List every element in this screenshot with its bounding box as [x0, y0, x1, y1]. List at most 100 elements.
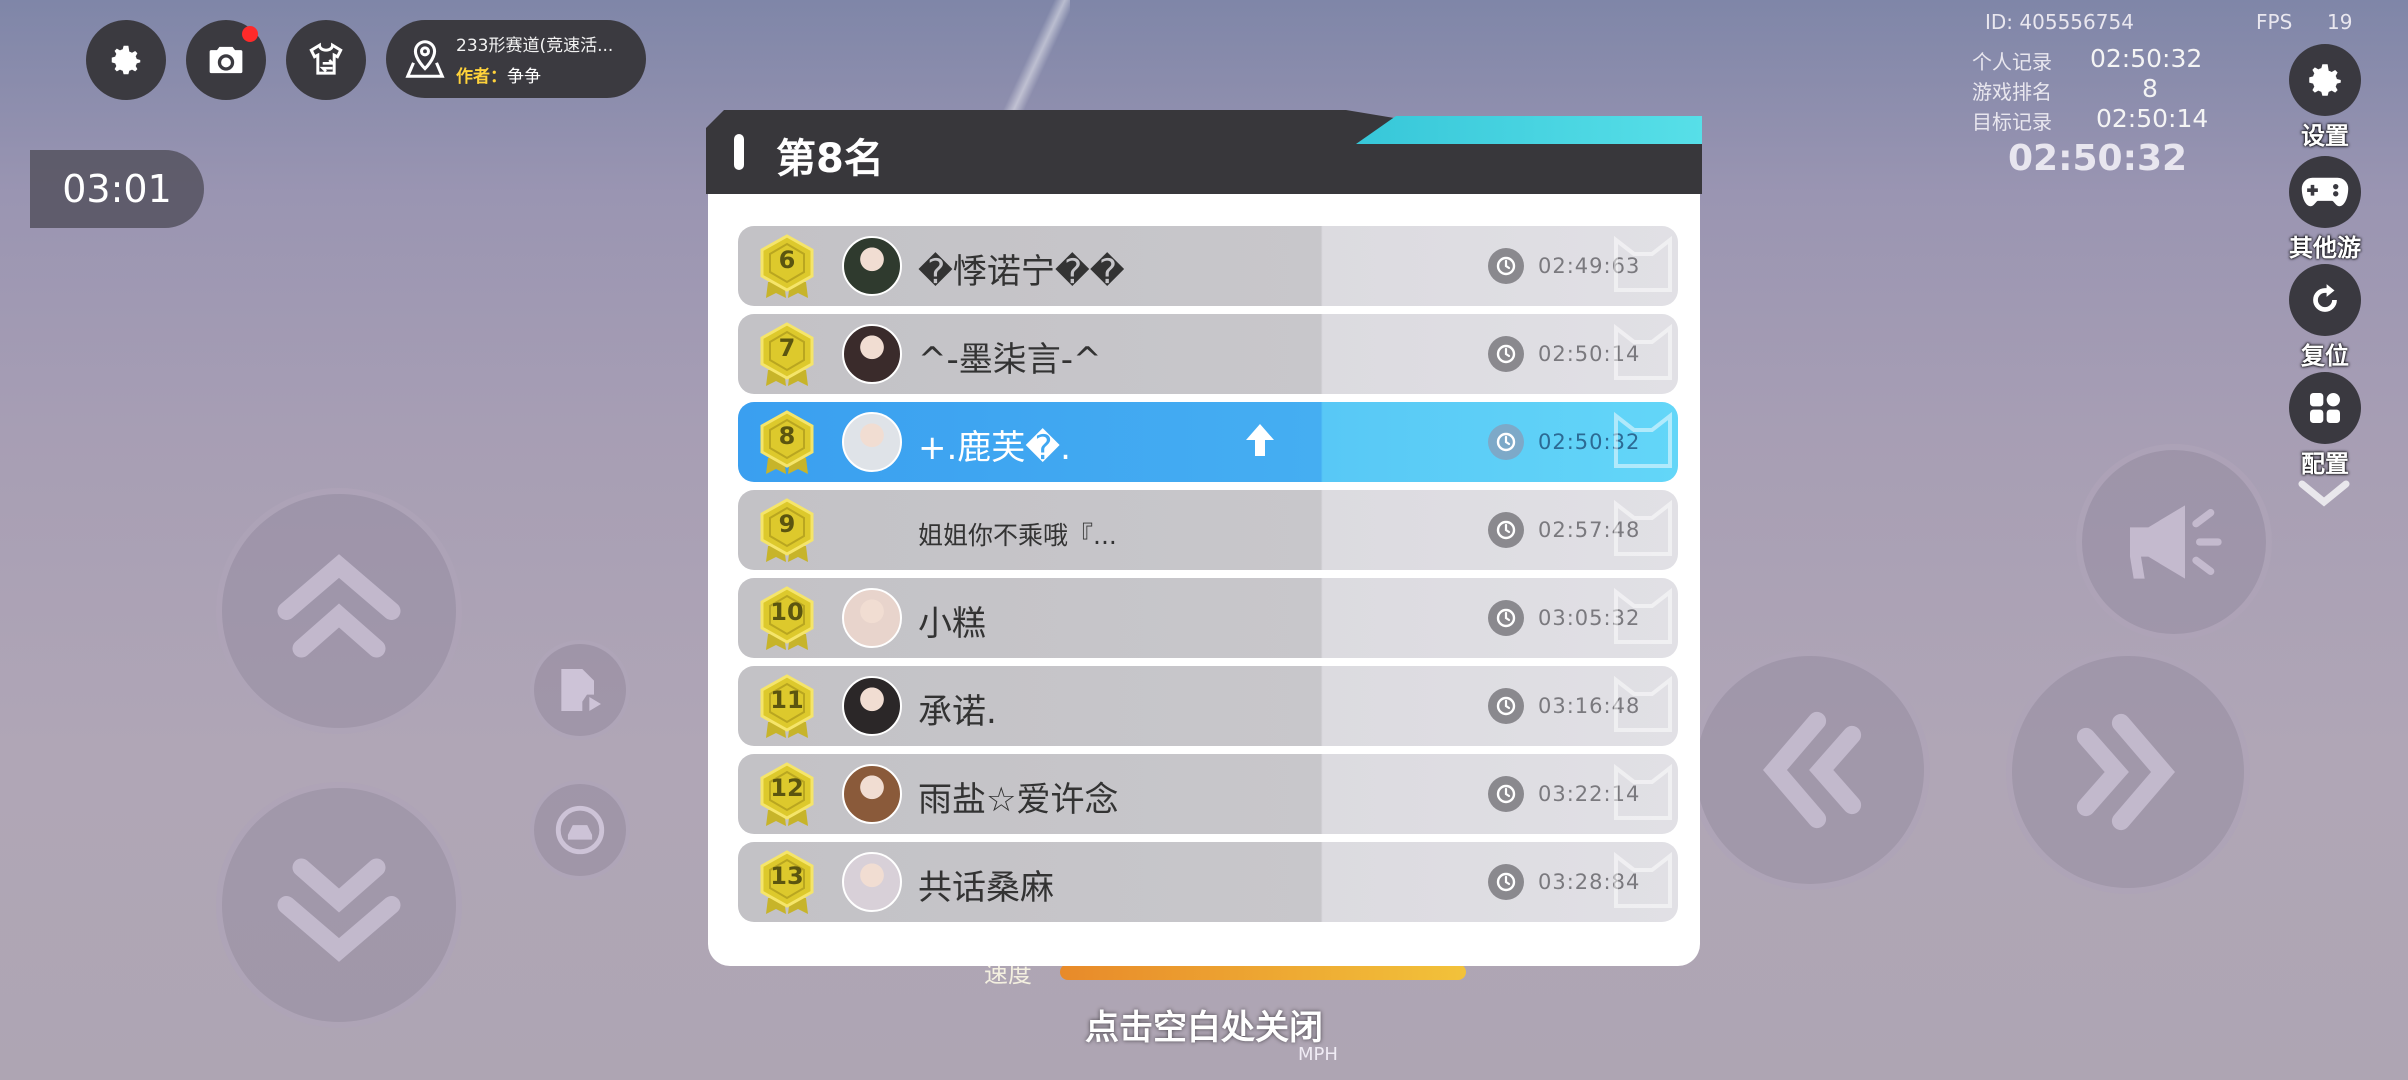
rank-number: 9	[778, 510, 796, 538]
avatar	[842, 236, 902, 296]
rank-number: 13	[770, 862, 804, 890]
double-chevron-up-icon	[277, 554, 401, 658]
avatar	[842, 588, 902, 648]
exit-vehicle-button[interactable]	[530, 640, 630, 740]
cat-ear-decoration-icon	[1614, 323, 1672, 380]
rank-number: 7	[778, 334, 796, 362]
leaderboard-panel: 第8名 6 �悸诺宁�� 02:49:63 7 ^-墨柒言-^ 02:50:14…	[706, 110, 1702, 968]
chevron-down-icon[interactable]	[2298, 480, 2350, 512]
map-pin-icon	[405, 40, 445, 78]
horn-button[interactable]	[2076, 444, 2272, 640]
side-settings-button[interactable]: 设置	[2280, 44, 2370, 151]
leaderboard-row[interactable]: 8 +.鹿芙�. 02:50:32	[738, 402, 1678, 482]
race-timer: 03:01	[30, 150, 204, 228]
avatar	[842, 676, 902, 736]
camera-icon	[209, 46, 243, 74]
reset-icon	[2289, 264, 2361, 336]
cat-ear-decoration-icon	[1614, 763, 1672, 820]
leaderboard-row[interactable]: 10 小糕 03:05:32	[738, 578, 1678, 658]
player-name: 姐姐你不乘哦『...	[918, 521, 1117, 550]
leaderboard-list: 6 �悸诺宁�� 02:49:63 7 ^-墨柒言-^ 02:50:14 8 +…	[738, 226, 1678, 930]
door-exit-icon	[561, 669, 601, 711]
leaderboard-row[interactable]: 7 ^-墨柒言-^ 02:50:14	[738, 314, 1678, 394]
reset-vehicle-button[interactable]	[530, 780, 630, 880]
switch-outfit-button[interactable]	[286, 20, 366, 100]
map-name: 233形赛道(竞速活...	[456, 36, 614, 56]
reset-button[interactable]: 复位	[2280, 264, 2370, 371]
leaderboard-row[interactable]: 13 共话桑麻 03:28:84	[738, 842, 1678, 922]
leaderboard-row[interactable]: 6 �悸诺宁�� 02:49:63	[738, 226, 1678, 306]
personal-record-value: 02:50:32	[2090, 44, 2203, 73]
side-settings-label: 设置	[2301, 122, 2349, 150]
gear-icon	[111, 45, 141, 75]
settings-button[interactable]	[86, 20, 166, 100]
rank-number: 12	[770, 774, 804, 802]
cat-ear-decoration-icon	[1614, 411, 1672, 468]
author-label: 作者：	[456, 67, 507, 87]
rank-number: 8	[778, 422, 796, 450]
config-button[interactable]: 配置	[2280, 372, 2370, 479]
player-id: ID: 405556754	[1985, 10, 2134, 34]
target-record-label: 目标记录	[1972, 110, 2052, 134]
leaderboard-row[interactable]: 9 姐姐你不乘哦『... 02:57:48	[738, 490, 1678, 570]
header-accent	[1356, 116, 1702, 144]
clock-icon	[1488, 424, 1524, 460]
current-lap-time: 02:50:32	[2008, 138, 2188, 179]
rank-number: 6	[778, 246, 796, 274]
target-record-value: 02:50:14	[2096, 104, 2209, 133]
fps-value: 19	[2327, 10, 2353, 34]
personal-record-label: 个人记录	[1972, 50, 2052, 74]
avatar	[842, 852, 902, 912]
steer-left-button[interactable]	[1690, 650, 1930, 890]
game-rank-value: 8	[2142, 74, 2158, 103]
avatar	[842, 412, 902, 472]
reset-label: 复位	[2301, 342, 2349, 370]
double-chevron-left-icon	[1763, 711, 1862, 829]
player-name: 共话桑麻	[918, 868, 1054, 908]
clock-icon	[1488, 776, 1524, 812]
clock-icon	[1488, 600, 1524, 636]
leaderboard-body: 6 �悸诺宁�� 02:49:63 7 ^-墨柒言-^ 02:50:14 8 +…	[708, 194, 1700, 966]
avatar	[842, 324, 902, 384]
clock-icon	[1488, 688, 1524, 724]
player-name: �悸诺宁��	[918, 252, 1125, 292]
player-name: ^-墨柒言-^	[918, 340, 1102, 380]
megaphone-icon	[2130, 505, 2222, 579]
rank-number: 11	[770, 686, 804, 714]
clock-icon	[1488, 336, 1524, 372]
shirt-swap-icon	[309, 42, 343, 75]
notification-dot	[242, 26, 258, 42]
map-info-card[interactable]: 233形赛道(竞速活... 作者：争争	[386, 20, 646, 98]
rank-number: 10	[770, 598, 804, 626]
player-name: 小糕	[918, 604, 986, 644]
player-name: +.鹿芙�.	[918, 428, 1071, 468]
clock-icon	[1488, 248, 1524, 284]
cat-ear-decoration-icon	[1614, 587, 1672, 644]
leaderboard-row[interactable]: 12 雨盐☆爱许念 03:22:14	[738, 754, 1678, 834]
leaderboard-row[interactable]: 11 承诺. 03:16:48	[738, 666, 1678, 746]
avatar	[842, 764, 902, 824]
gear-icon	[2289, 44, 2361, 116]
title-marker	[734, 134, 744, 170]
author-name: 争争	[507, 67, 541, 87]
clock-icon	[1488, 864, 1524, 900]
cat-ear-decoration-icon	[1614, 851, 1672, 908]
camera-button[interactable]	[186, 20, 266, 100]
accelerate-button[interactable]	[216, 488, 462, 734]
double-chevron-down-icon	[277, 858, 401, 962]
steer-right-button[interactable]	[2006, 650, 2250, 894]
speed-unit: MPH	[1298, 1044, 1338, 1065]
close-hint[interactable]: 点击空白处关闭	[0, 1000, 2408, 1049]
brake-button[interactable]	[216, 782, 462, 1028]
leaderboard-title: 第8名	[776, 136, 884, 182]
fps-label: FPS	[2256, 10, 2293, 34]
double-chevron-right-icon	[2076, 713, 2175, 831]
player-name: 雨盐☆爱许念	[918, 780, 1119, 820]
arrow-up-icon	[1246, 424, 1274, 456]
map-author: 作者：争争	[456, 62, 613, 87]
player-name: 承诺.	[918, 692, 997, 732]
game-rank-label: 游戏排名	[1972, 80, 2052, 104]
clock-icon	[1488, 512, 1524, 548]
gamepad-icon	[2289, 156, 2361, 228]
grid-icon	[2289, 372, 2361, 444]
